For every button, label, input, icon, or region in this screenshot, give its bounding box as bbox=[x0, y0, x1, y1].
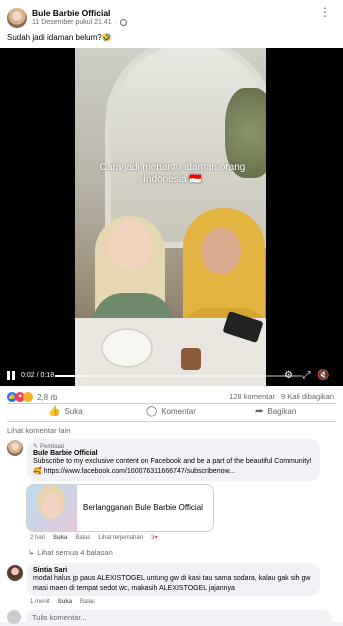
comment-bubble: Sintia Sari modal halus jp paus ALEXISTO… bbox=[27, 563, 320, 596]
comment-label: Komentar bbox=[161, 407, 196, 416]
fullscreen-icon[interactable]: ⤢ bbox=[301, 370, 312, 381]
subscribe-label: Berlangganan Bule Barbie Official bbox=[83, 503, 203, 512]
subscribe-card[interactable]: Berlangganan Bule Barbie Official bbox=[26, 484, 214, 532]
volume-mute-icon[interactable]: 🔇 bbox=[317, 370, 329, 381]
post-timestamp[interactable]: 11 Desember pukul 21.41 bbox=[32, 19, 112, 26]
video-progress-fill bbox=[55, 375, 83, 377]
post-card: Bule Barbie Official 11 Desember pukul 2… bbox=[0, 0, 343, 626]
comment-text: Subscribe to my exclusive content on Fac… bbox=[33, 458, 312, 475]
share-button[interactable]: ➦ Bagikan bbox=[255, 406, 296, 417]
more-options-icon[interactable]: ⋮ bbox=[318, 6, 332, 21]
plate bbox=[101, 328, 153, 368]
reaction-count: 2,8 rb bbox=[37, 392, 58, 402]
video-controls: 0:02 / 0:18 ⚙ ⤢ 🔇 bbox=[0, 366, 343, 386]
video-frame bbox=[75, 48, 266, 386]
author-name[interactable]: Bule Barbie Official bbox=[32, 8, 110, 18]
view-more-comments-link[interactable]: Lihat komentar lain bbox=[7, 426, 70, 435]
share-icon: ➦ bbox=[255, 406, 264, 417]
action-row-divider bbox=[7, 421, 336, 422]
share-count[interactable]: 9 Kali dibagikan bbox=[281, 392, 334, 401]
like-button[interactable]: 👍 Suka bbox=[48, 406, 83, 417]
author-badge: ✎ Pembuat bbox=[33, 443, 314, 451]
comment-button[interactable]: ◯ Komentar bbox=[146, 406, 196, 417]
comment-reactions[interactable]: 3♥ bbox=[151, 535, 158, 541]
post-caption: Sudah jadi idaman belum?🤣 bbox=[7, 33, 112, 42]
write-comment-row: Tulis komentar... bbox=[0, 610, 343, 626]
reaction-summary[interactable]: 👍 ♥ 2,8 rb bbox=[7, 391, 57, 403]
write-comment-input[interactable]: Tulis komentar... bbox=[26, 610, 332, 626]
comment-author-name[interactable]: Sintia Sari bbox=[33, 567, 314, 574]
comment-reply-button[interactable]: Balas bbox=[80, 599, 95, 605]
love-reaction-icon: ♥ bbox=[154, 535, 158, 541]
haha-reaction-icon bbox=[23, 392, 33, 402]
comment-time[interactable]: 1 menit bbox=[30, 599, 50, 605]
settings-gear-icon[interactable]: ⚙ bbox=[283, 370, 294, 381]
action-row: 👍 Suka ◯ Komentar ➦ Bagikan bbox=[0, 406, 343, 422]
globe-icon bbox=[120, 19, 127, 26]
post-header: Bule Barbie Official 11 Desember pukul 2… bbox=[0, 0, 343, 50]
subscribe-thumbnail bbox=[27, 485, 77, 531]
comment-avatar[interactable] bbox=[7, 565, 23, 581]
post-stats: 128 komentar 9 Kali dibagikan bbox=[229, 392, 334, 401]
comment-author-name[interactable]: Bule Barbie Official bbox=[33, 450, 314, 457]
comment-translate-link[interactable]: Lihat terjemahan bbox=[98, 535, 143, 541]
like-label: Suka bbox=[64, 407, 83, 416]
post-meta: 11 Desember pukul 21.41 · bbox=[32, 19, 127, 26]
comment-avatar[interactable] bbox=[7, 440, 23, 456]
thumbs-up-icon: 👍 bbox=[48, 406, 61, 417]
comment-text: modal halus jp paus ALEXISTOGEL untung g… bbox=[33, 575, 311, 592]
video-overlay-text: Cara jadi menantu idaman orang Indonesia… bbox=[99, 162, 246, 185]
comment-count[interactable]: 128 komentar bbox=[229, 392, 275, 401]
comment-bubble: ✎ Pembuat Bule Barbie Official Subscribe… bbox=[27, 439, 320, 481]
author-avatar[interactable] bbox=[7, 8, 27, 28]
comment-time[interactable]: 2 hari bbox=[30, 535, 45, 541]
comment-reply-button[interactable]: Balas bbox=[75, 535, 90, 541]
reply-arrow-icon: ↳ bbox=[28, 548, 35, 557]
view-replies-link[interactable]: ↳ Lihat semua 4 balasan bbox=[28, 548, 113, 557]
audience-icon: · bbox=[114, 19, 117, 26]
comment-icon: ◯ bbox=[146, 406, 158, 417]
video-progress-bar[interactable] bbox=[55, 375, 302, 377]
comment-like-button[interactable]: Suka bbox=[53, 535, 67, 541]
pencil-icon: ✎ bbox=[33, 444, 39, 450]
view-replies-label: Lihat semua 4 balasan bbox=[37, 548, 113, 557]
comment-like-button[interactable]: Suka bbox=[58, 599, 72, 605]
author-badge-label: Pembuat bbox=[40, 443, 65, 450]
share-label: Bagikan bbox=[267, 407, 297, 416]
comment-actions: 2 hari Suka Balas Lihat terjemahan 3♥ bbox=[30, 535, 158, 541]
comment-actions: 1 menit Suka Balas bbox=[30, 599, 95, 605]
pause-icon[interactable] bbox=[7, 371, 16, 381]
video-player[interactable]: Cara jadi menantu idaman orang Indonesia… bbox=[0, 48, 343, 386]
video-time: 0:02 / 0:18 bbox=[21, 372, 55, 379]
